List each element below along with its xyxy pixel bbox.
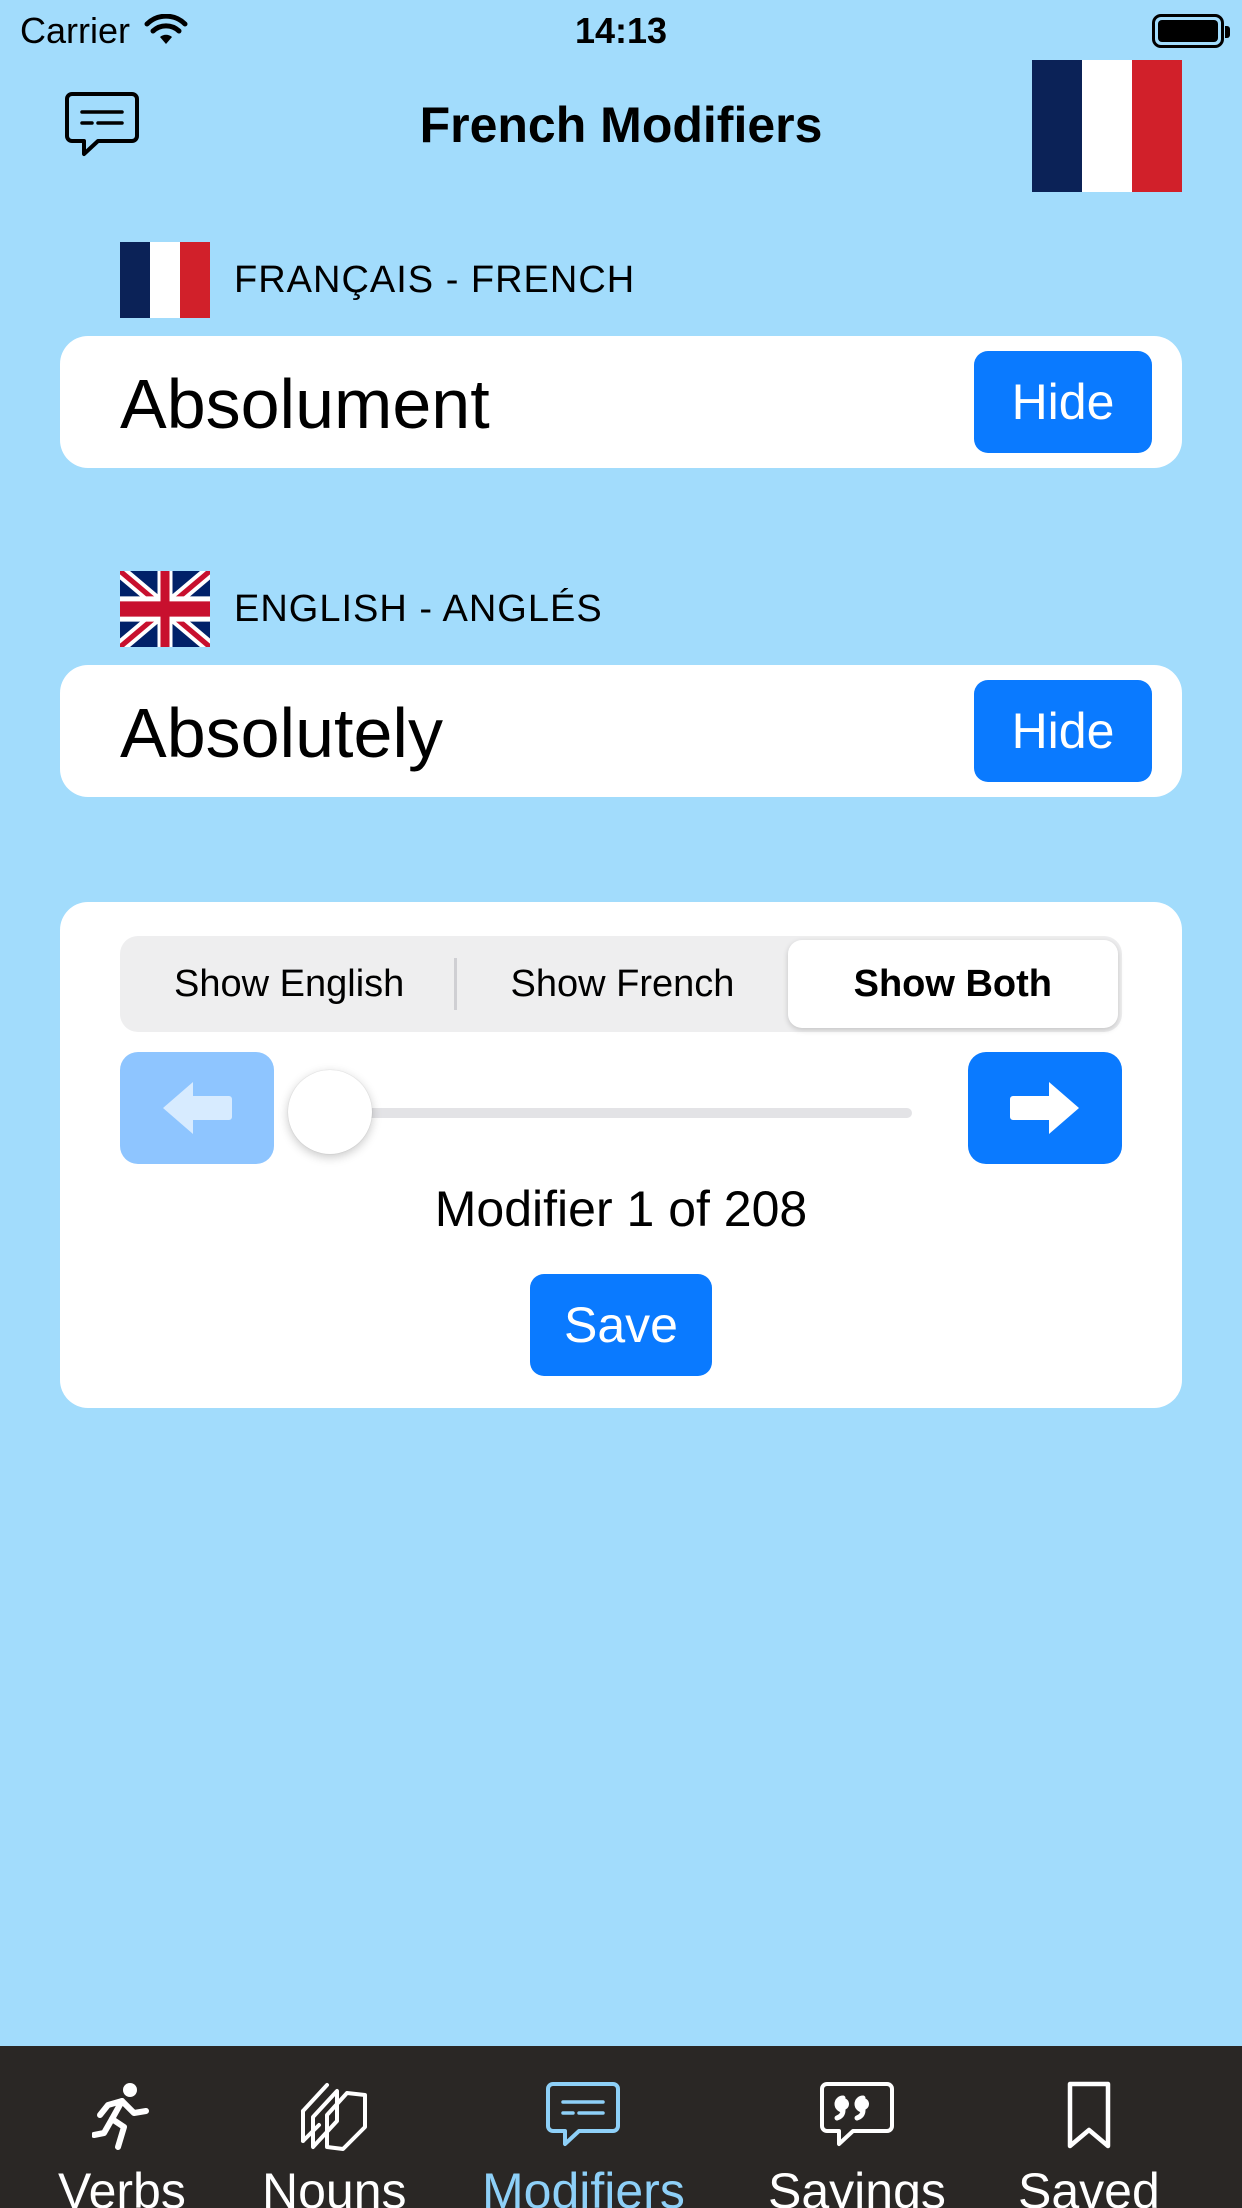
slider-thumb[interactable]: [288, 1070, 372, 1154]
tab-bar: Verbs Nouns Modifiers Sayings Saved: [0, 2046, 1242, 2208]
french-section-header: FRANÇAIS - FRENCH: [120, 242, 635, 318]
battery-icon: [1152, 14, 1230, 48]
message-lines-icon: [543, 2076, 623, 2156]
modifier-slider[interactable]: [288, 1070, 912, 1154]
previous-button[interactable]: [120, 1052, 274, 1164]
tab-modifiers[interactable]: Modifiers: [482, 2076, 685, 2208]
hide-english-button[interactable]: Hide: [974, 680, 1152, 782]
english-word: Absolutely: [120, 694, 443, 772]
tab-saved[interactable]: Saved: [1018, 2076, 1160, 2208]
french-language-label: FRANÇAIS - FRENCH: [234, 258, 636, 301]
tab-sayings[interactable]: Sayings: [768, 2076, 946, 2208]
english-word-card: Absolutely Hide: [60, 665, 1182, 797]
next-button[interactable]: [968, 1052, 1122, 1164]
stacked-cards-icon: [294, 2076, 374, 2156]
hide-french-button[interactable]: Hide: [974, 351, 1152, 453]
status-bar: Carrier 14:13: [0, 0, 1242, 62]
tab-nouns[interactable]: Nouns: [262, 2076, 407, 2208]
status-time: 14:13: [574, 10, 668, 51]
display-mode-segmented-control[interactable]: Show English Show French Show Both: [120, 936, 1122, 1032]
english-language-label: ENGLISH - ANGLÉS: [234, 587, 603, 630]
segment-show-english[interactable]: Show English: [124, 940, 454, 1028]
segment-show-french[interactable]: Show French: [457, 940, 787, 1028]
french-word: Absolument: [120, 365, 490, 443]
tab-saved-label: Saved: [1018, 2163, 1160, 2208]
quote-bubble-icon: [817, 2076, 897, 2156]
tab-verbs-label: Verbs: [58, 2163, 186, 2208]
tab-modifiers-label: Modifiers: [482, 2163, 685, 2208]
running-person-icon: [82, 2076, 162, 2156]
french-word-card: Absolument Hide: [60, 336, 1182, 468]
modifier-counter: Modifier 1 of 208: [434, 1181, 808, 1237]
bookmark-icon: [1049, 2076, 1129, 2156]
tab-nouns-label: Nouns: [262, 2163, 407, 2208]
tab-sayings-label: Sayings: [768, 2163, 946, 2208]
save-button[interactable]: Save: [530, 1274, 712, 1376]
french-flag-icon[interactable]: [1032, 60, 1182, 192]
tab-verbs[interactable]: Verbs: [58, 2076, 186, 2208]
arrow-right-icon: [1010, 1082, 1079, 1134]
slider-track: [330, 1108, 912, 1118]
arrow-left-icon: [163, 1082, 232, 1134]
french-flag-icon: [120, 242, 210, 318]
segment-show-both[interactable]: Show Both: [787, 940, 1118, 1028]
uk-flag-icon: [120, 571, 210, 647]
controls-card: Show English Show French Show Both Modif…: [60, 902, 1182, 1408]
english-section-header: ENGLISH - ANGLÉS: [120, 571, 603, 647]
